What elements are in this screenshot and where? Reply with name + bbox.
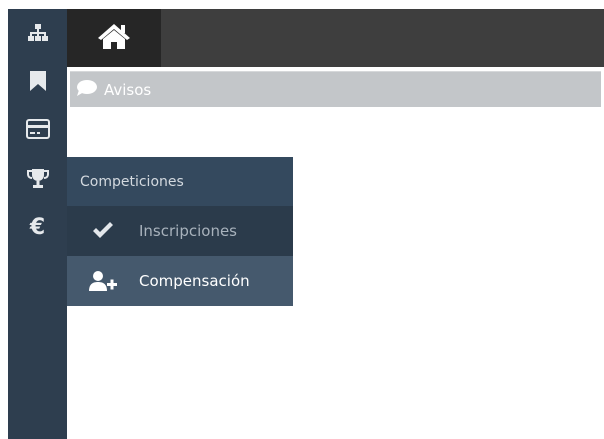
notices-label: Avisos [104, 80, 152, 99]
comment-icon [76, 79, 98, 101]
icon-sidebar: € [8, 9, 67, 439]
menu-item-label: Compensación [139, 272, 250, 290]
notices-bar[interactable]: Avisos [70, 71, 601, 107]
home-button[interactable] [67, 9, 161, 67]
sidebar-item-bookmark[interactable] [8, 57, 67, 105]
user-plus-icon [67, 270, 139, 292]
flyout-header: Competiciones [67, 157, 293, 206]
sidebar-item-trophy[interactable] [8, 155, 67, 203]
menu-item-label: Inscripciones [139, 222, 237, 240]
competitions-flyout-menu: Competiciones Inscripciones Compensación [67, 157, 293, 306]
top-bar [67, 9, 604, 67]
euro-icon: € [29, 215, 46, 240]
sidebar-item-euro[interactable]: € [8, 204, 67, 252]
app-frame: € Avisos Competiciones Inscripciones Com… [8, 9, 604, 439]
sidebar-item-sitemap[interactable] [8, 9, 67, 57]
credit-card-icon [25, 119, 50, 139]
menu-item-inscripciones[interactable]: Inscripciones [67, 206, 293, 256]
trophy-icon [26, 169, 49, 189]
menu-item-compensacion[interactable]: Compensación [67, 256, 293, 306]
check-icon [67, 222, 139, 240]
sitemap-icon [27, 24, 48, 42]
bookmark-icon [29, 71, 46, 91]
home-icon [97, 22, 131, 54]
sidebar-item-credit-card[interactable] [8, 105, 67, 153]
